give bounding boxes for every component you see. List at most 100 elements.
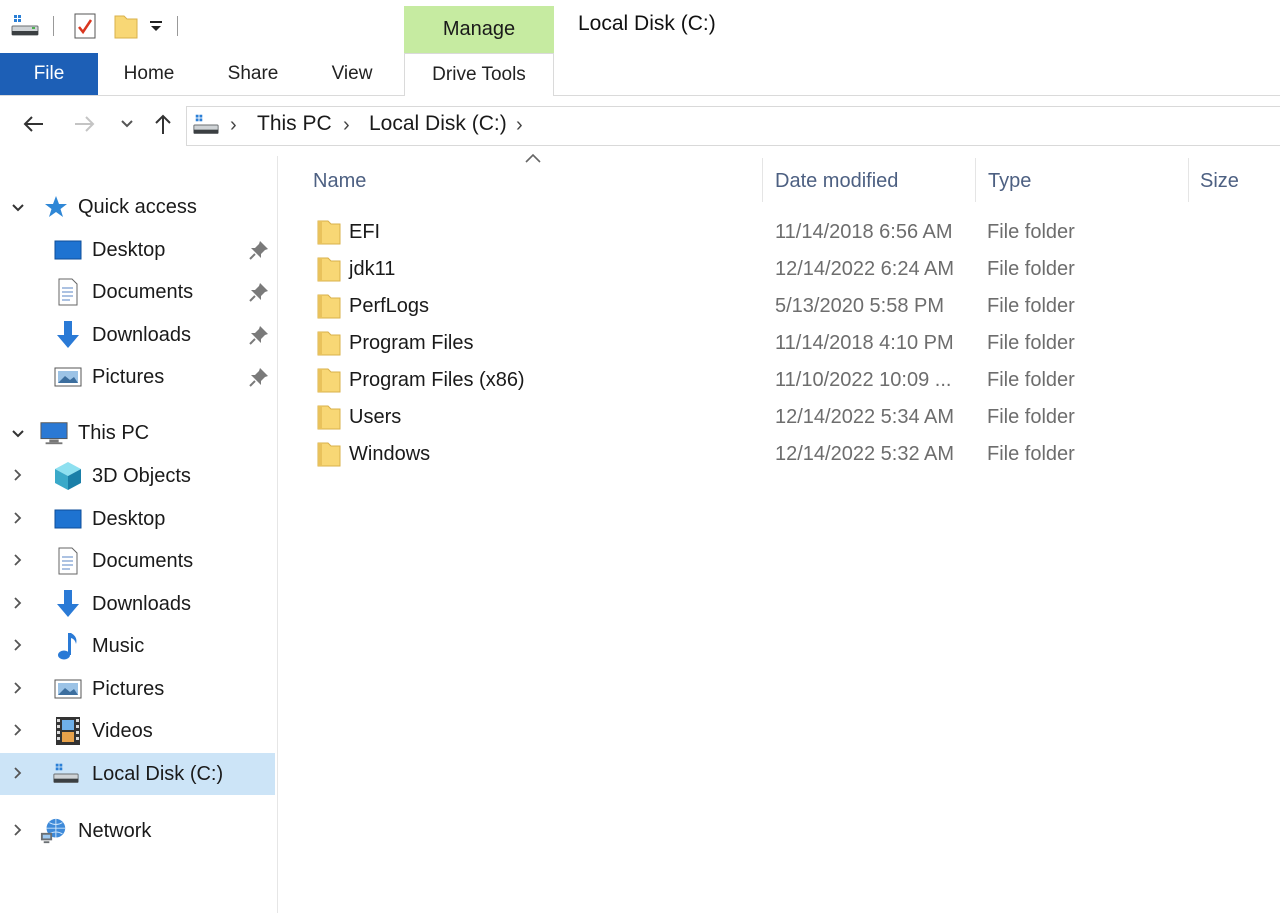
nav-local-disk[interactable]: Local Disk (C:): [0, 753, 275, 795]
address-bar[interactable]: [186, 106, 1280, 146]
back-button[interactable]: [18, 109, 48, 139]
nav-label: Desktop: [92, 507, 166, 530]
up-button[interactable]: [148, 109, 178, 139]
breadcrumb-local-disk[interactable]: Local Disk (C:): [369, 112, 507, 136]
nav-label: 3D Objects: [92, 464, 191, 487]
folder-icon: [317, 220, 341, 245]
folder-icon: [317, 257, 341, 282]
nav-qa-downloads[interactable]: Downloads: [0, 314, 275, 356]
nav-qa-documents[interactable]: Documents: [0, 271, 275, 313]
file-row[interactable]: Program Files 11/14/2018 4:10 PM File fo…: [305, 324, 1280, 361]
chevron-right-icon[interactable]: [8, 764, 28, 785]
nav-documents[interactable]: Documents: [0, 540, 275, 582]
column-header-name[interactable]: Name: [313, 160, 366, 202]
file-row[interactable]: Program Files (x86) 11/10/2022 10:09 ...…: [305, 361, 1280, 398]
videos-icon: [54, 717, 82, 745]
sort-ascending-icon: [525, 153, 541, 163]
window-title: Local Disk (C:): [578, 12, 716, 35]
nav-label: Documents: [92, 549, 194, 572]
folder-icon: [317, 294, 341, 319]
nav-this-pc[interactable]: This PC: [0, 412, 275, 454]
forward-button[interactable]: [70, 109, 100, 139]
network-icon: [40, 817, 68, 845]
nav-label: Pictures: [92, 365, 165, 388]
file-type: File folder: [987, 443, 1075, 465]
desktop-icon: [54, 236, 82, 264]
chevron-right-icon[interactable]: [8, 594, 28, 615]
nav-label: This PC: [78, 421, 150, 444]
file-row[interactable]: Users 12/14/2022 5:34 AM File folder: [305, 398, 1280, 435]
file-name: jdk11: [349, 258, 396, 280]
chevron-right-icon[interactable]: [8, 821, 28, 842]
nav-qa-pictures[interactable]: Pictures: [0, 356, 275, 398]
nav-pictures[interactable]: Pictures: [0, 668, 275, 710]
folder-icon: [317, 405, 341, 430]
chevron-right-icon[interactable]: [8, 466, 28, 487]
nav-label: Videos: [92, 719, 153, 742]
nav-desktop[interactable]: Desktop: [0, 498, 275, 540]
chevron-down-icon[interactable]: [8, 423, 28, 444]
file-row[interactable]: jdk11 12/14/2022 6:24 AM File folder: [305, 250, 1280, 287]
nav-quick-access[interactable]: Quick access: [0, 186, 275, 228]
column-divider[interactable]: [975, 158, 976, 202]
file-row[interactable]: PerfLogs 5/13/2020 5:58 PM File folder: [305, 287, 1280, 324]
nav-downloads[interactable]: Downloads: [0, 583, 275, 625]
nav-videos[interactable]: Videos: [0, 710, 275, 752]
properties-icon[interactable]: [73, 12, 97, 40]
file-row[interactable]: EFI 11/14/2018 6:56 AM File folder: [305, 213, 1280, 250]
customize-qat-icon[interactable]: [148, 18, 164, 34]
drive-icon[interactable]: [10, 14, 40, 38]
nav-label: Documents: [92, 280, 194, 303]
pictures-icon: [54, 675, 82, 703]
breadcrumb-this-pc[interactable]: This PC: [257, 112, 332, 136]
pin-icon[interactable]: [248, 366, 270, 388]
recent-locations-button[interactable]: [112, 109, 142, 139]
desktop-icon: [54, 505, 82, 533]
breadcrumb-chevron-icon[interactable]: ›: [516, 114, 523, 137]
manage-tab-group[interactable]: Manage: [404, 6, 554, 53]
tab-view[interactable]: View: [316, 53, 388, 95]
column-header-type[interactable]: Type: [988, 160, 1031, 202]
pin-icon[interactable]: [248, 324, 270, 346]
chevron-right-icon[interactable]: [8, 509, 28, 530]
new-folder-icon[interactable]: [113, 12, 139, 40]
nav-label: Music: [92, 634, 145, 657]
pin-icon[interactable]: [248, 239, 270, 261]
chevron-right-icon[interactable]: [8, 721, 28, 742]
chevron-right-icon[interactable]: [8, 551, 28, 572]
nav-music[interactable]: Music: [0, 625, 275, 667]
arrow-up-icon: [155, 114, 171, 134]
downloads-icon: [54, 321, 82, 349]
file-type: File folder: [987, 258, 1075, 280]
breadcrumb-chevron-icon[interactable]: ›: [343, 114, 350, 137]
file-date: 12/14/2022 5:34 AM: [775, 406, 955, 428]
tab-file[interactable]: File: [0, 53, 98, 95]
nav-3d-objects[interactable]: 3D Objects: [0, 455, 275, 497]
column-divider[interactable]: [1188, 158, 1189, 202]
chevron-down-icon[interactable]: [8, 197, 28, 218]
file-name: Program Files (x86): [349, 369, 525, 391]
drive-icon: [52, 760, 80, 788]
file-name: PerfLogs: [349, 295, 430, 317]
tab-home[interactable]: Home: [110, 53, 188, 95]
nav-qa-desktop[interactable]: Desktop: [0, 229, 275, 271]
column-header-date[interactable]: Date modified: [775, 160, 898, 202]
3d-objects-icon: [54, 462, 82, 490]
tab-share[interactable]: Share: [214, 53, 292, 95]
file-type: File folder: [987, 221, 1075, 243]
nav-network[interactable]: Network: [0, 810, 275, 852]
file-date: 11/14/2018 6:56 AM: [775, 221, 953, 243]
chevron-right-icon[interactable]: [8, 679, 28, 700]
folder-icon: [317, 442, 341, 467]
chevron-right-icon[interactable]: [8, 636, 28, 657]
pin-icon[interactable]: [248, 281, 270, 303]
breadcrumb-chevron-icon[interactable]: ›: [230, 114, 237, 137]
nav-label: Downloads: [92, 592, 191, 615]
file-name: Users: [349, 406, 402, 428]
file-type: File folder: [987, 332, 1075, 354]
computer-icon: [40, 419, 68, 447]
column-header-size[interactable]: Size: [1200, 160, 1239, 202]
file-row[interactable]: Windows 12/14/2022 5:32 AM File folder: [305, 435, 1280, 472]
column-divider[interactable]: [762, 158, 763, 202]
tab-drive-tools[interactable]: Drive Tools: [404, 53, 554, 96]
